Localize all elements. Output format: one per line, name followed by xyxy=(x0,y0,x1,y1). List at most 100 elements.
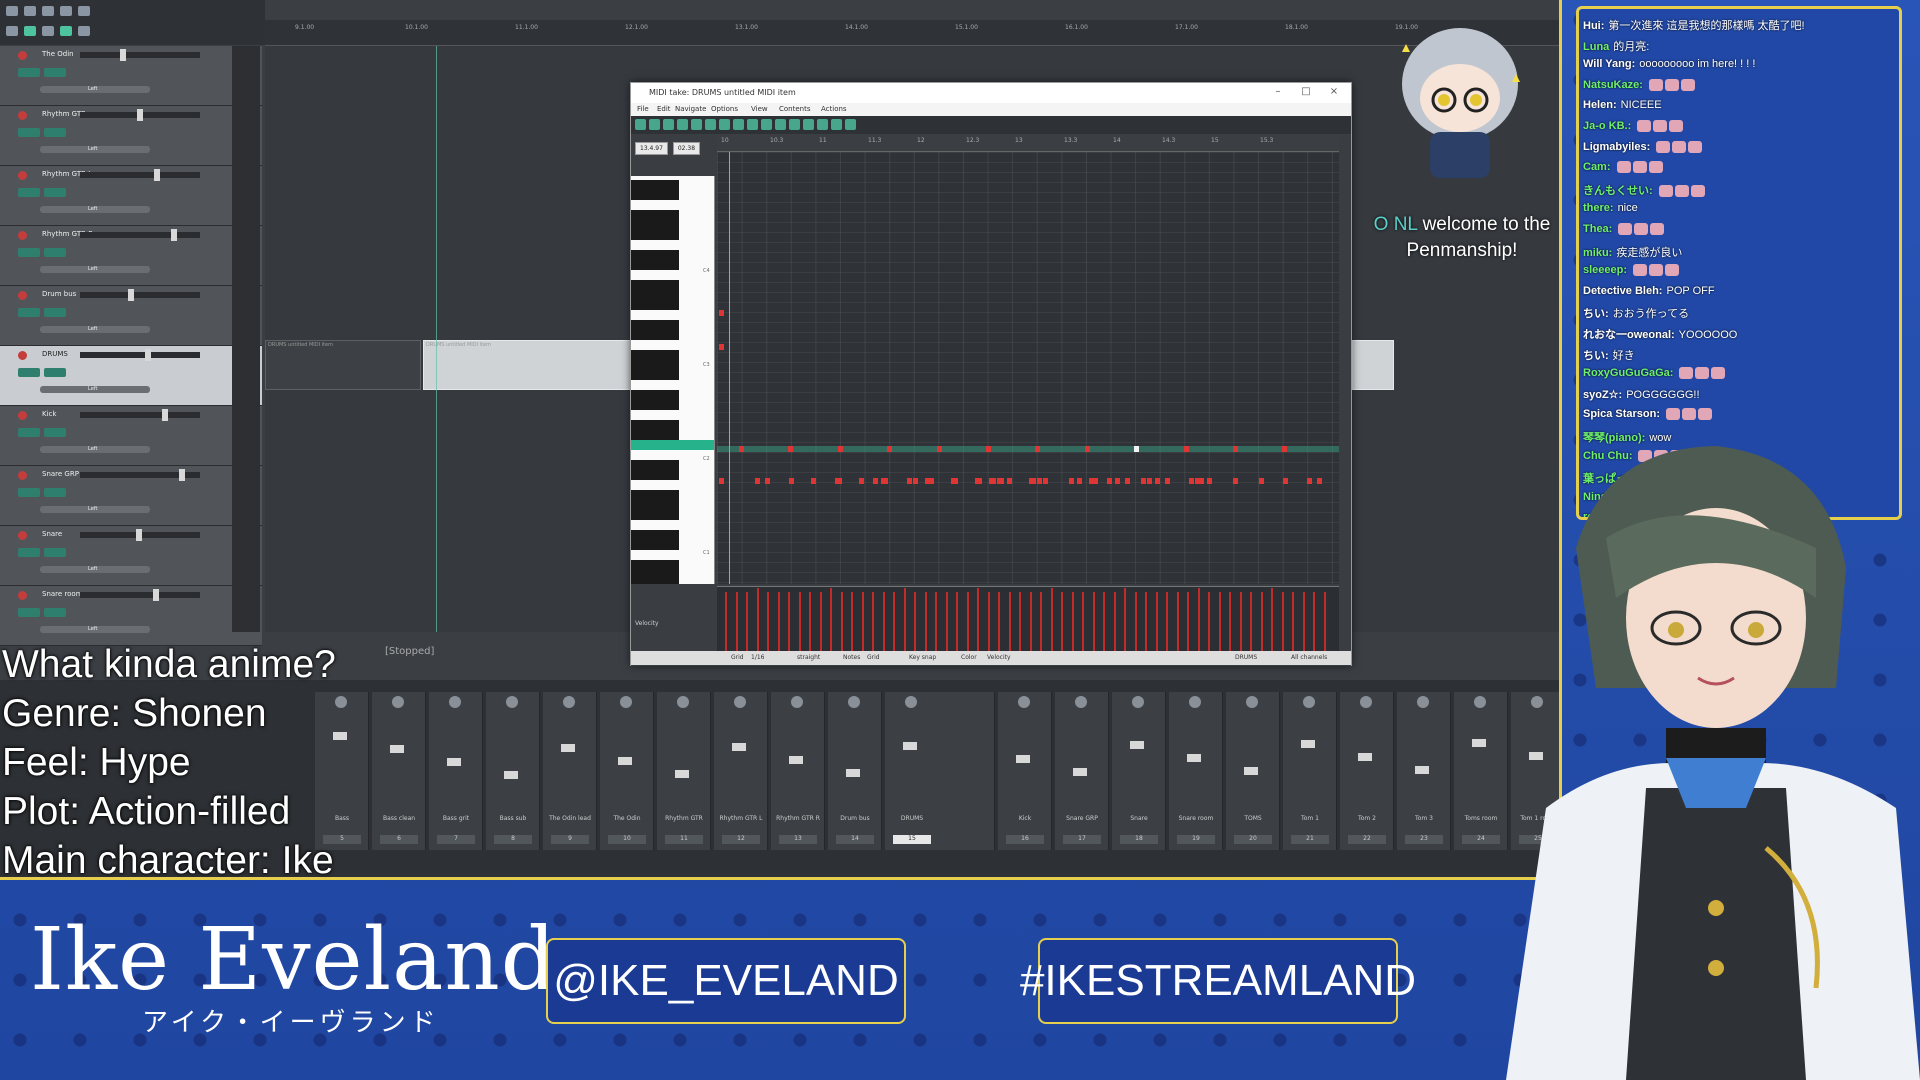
velocity-bar[interactable] xyxy=(924,592,927,654)
route-button[interactable] xyxy=(18,128,40,137)
black-key[interactable] xyxy=(631,430,679,440)
fx-button[interactable] xyxy=(44,308,66,317)
fx-button[interactable] xyxy=(44,248,66,257)
toolbar-tool-icon[interactable] xyxy=(733,119,744,130)
pan-knob[interactable] xyxy=(335,696,347,708)
midi-note[interactable] xyxy=(1035,446,1041,452)
fx-button[interactable] xyxy=(44,128,66,137)
midi-note[interactable] xyxy=(1282,446,1288,452)
route-button[interactable] xyxy=(18,188,40,197)
midi-note[interactable] xyxy=(1125,478,1130,484)
piano-keyboard[interactable]: C4 C3 C2 C1 xyxy=(631,176,715,584)
timeline-ruler[interactable]: 9.1.00 10.1.00 11.1.00 12.1.00 13.1.00 14.1.0… xyxy=(265,20,1559,46)
midi-note[interactable] xyxy=(788,446,794,452)
midi-note[interactable] xyxy=(1084,446,1090,452)
toolbar-tool-icon[interactable] xyxy=(845,119,856,130)
channel-fader-handle[interactable] xyxy=(846,769,860,777)
velocity-bar[interactable] xyxy=(1271,588,1273,654)
velocity-bar[interactable] xyxy=(1103,592,1105,654)
pan-slider[interactable]: Left xyxy=(40,386,150,393)
chat-username[interactable]: sleeeep: xyxy=(1583,264,1627,276)
velocity-bar[interactable] xyxy=(735,592,738,654)
record-arm-icon[interactable] xyxy=(18,291,27,300)
velocity-bar[interactable] xyxy=(1029,592,1032,654)
black-key[interactable] xyxy=(631,230,679,240)
channel-fader-handle[interactable] xyxy=(1244,767,1258,775)
midi-note[interactable] xyxy=(936,446,942,452)
black-key[interactable] xyxy=(631,470,679,480)
velocity-bar[interactable] xyxy=(1166,592,1168,654)
volume-fader[interactable] xyxy=(80,589,200,601)
midi-note[interactable] xyxy=(1207,478,1212,484)
velocity-bar[interactable] xyxy=(1050,588,1053,654)
undo-icon[interactable] xyxy=(60,6,72,16)
velocity-bar[interactable] xyxy=(914,592,916,654)
channel-fader-handle[interactable] xyxy=(618,757,632,765)
velocity-bar[interactable] xyxy=(1176,592,1179,654)
track-row[interactable]: Drum bus Left xyxy=(0,286,262,346)
record-arm-icon[interactable] xyxy=(18,231,27,240)
pan-knob[interactable] xyxy=(1189,696,1201,708)
pan-knob[interactable] xyxy=(734,696,746,708)
velocity-bar[interactable] xyxy=(1145,592,1147,654)
midi-note[interactable] xyxy=(719,344,724,350)
menu-item-actions[interactable]: Actions xyxy=(821,105,847,113)
chat-username[interactable]: NatsuKaze: xyxy=(1583,79,1643,91)
track-select[interactable]: DRUMS xyxy=(1235,654,1257,661)
channel-fader-handle[interactable] xyxy=(1016,755,1030,763)
black-key[interactable] xyxy=(631,490,679,500)
record-arm-icon[interactable] xyxy=(18,171,27,180)
track-row[interactable]: Rhythm GTR L Left xyxy=(0,166,262,226)
velocity-bar[interactable] xyxy=(1092,592,1095,654)
pan-knob[interactable] xyxy=(1246,696,1258,708)
velocity-bar[interactable] xyxy=(1124,588,1126,654)
pan-slider[interactable]: Left xyxy=(40,206,150,213)
midi-note[interactable] xyxy=(811,478,816,484)
record-arm-icon[interactable] xyxy=(18,411,27,420)
mixer-channel-strip[interactable]: Bass grit 7 xyxy=(429,692,483,850)
toolbar-tool-icon[interactable] xyxy=(831,119,842,130)
midi-note[interactable] xyxy=(977,478,982,484)
velocity-bar[interactable] xyxy=(798,592,801,654)
black-key[interactable] xyxy=(631,560,679,570)
volume-fader[interactable] xyxy=(80,49,200,61)
record-arm-icon[interactable] xyxy=(18,351,27,360)
black-key[interactable] xyxy=(631,280,679,290)
channel-fader-handle[interactable] xyxy=(1358,753,1372,761)
velocity-bar[interactable] xyxy=(1218,592,1221,654)
route-button[interactable] xyxy=(18,248,40,257)
velocity-bar[interactable] xyxy=(756,588,759,654)
midi-editor-window[interactable]: MIDI take: DRUMS untitled MIDI item – □ … xyxy=(630,82,1352,666)
volume-fader[interactable] xyxy=(80,409,200,421)
channel-fader-handle[interactable] xyxy=(1073,768,1087,776)
mixer-channel-strip[interactable]: The Odin lead 9 xyxy=(543,692,597,850)
midi-note[interactable] xyxy=(913,478,918,484)
fx-button[interactable] xyxy=(44,428,66,437)
record-arm-icon[interactable] xyxy=(18,111,27,120)
mixer-channel-strip[interactable]: Tom 2 22 xyxy=(1340,692,1394,850)
chat-username[interactable]: syoZ☆: xyxy=(1583,389,1622,401)
channel-fader-handle[interactable] xyxy=(1472,739,1486,747)
fx-button[interactable] xyxy=(44,368,66,377)
route-button[interactable] xyxy=(18,68,40,77)
pan-knob[interactable] xyxy=(1474,696,1486,708)
chat-username[interactable]: ちい: xyxy=(1583,350,1609,362)
pan-knob[interactable] xyxy=(848,696,860,708)
volume-fader[interactable] xyxy=(80,289,200,301)
mixer-channel-strip[interactable]: TOMS 20 xyxy=(1226,692,1280,850)
pan-knob[interactable] xyxy=(1018,696,1030,708)
mixer-channel-strip[interactable]: Snare room 19 xyxy=(1169,692,1223,850)
midi-note[interactable] xyxy=(1307,478,1312,484)
velocity-bar[interactable] xyxy=(1134,592,1137,654)
menu-item-options[interactable]: Options xyxy=(711,105,738,113)
velocity-bar[interactable] xyxy=(1323,592,1326,654)
velocity-bar[interactable] xyxy=(840,592,843,654)
redo-icon[interactable] xyxy=(78,6,90,16)
chat-username[interactable]: Hui: xyxy=(1583,20,1604,32)
velocity-bar[interactable] xyxy=(1260,592,1263,654)
midi-note[interactable] xyxy=(873,478,878,484)
toolbar-tool-icon[interactable] xyxy=(747,119,758,130)
mixer-channel-strip[interactable]: The Odin 10 xyxy=(600,692,654,850)
channel-fader-handle[interactable] xyxy=(1187,754,1201,762)
black-key[interactable] xyxy=(631,210,679,220)
